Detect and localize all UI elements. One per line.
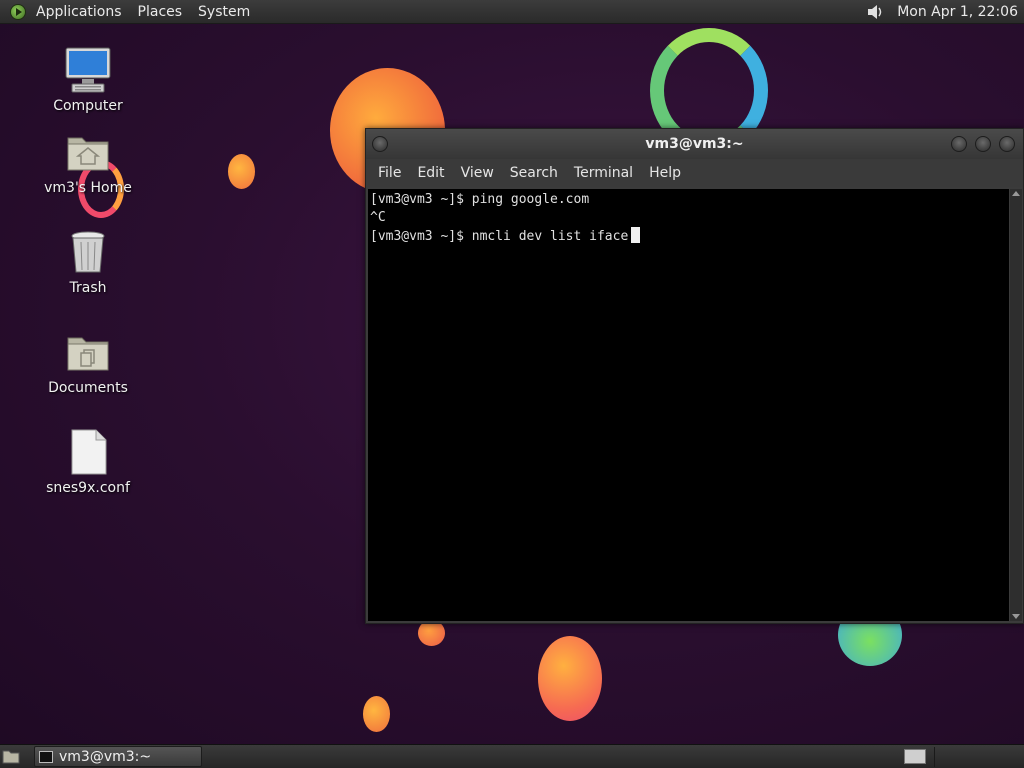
minimize-button[interactable] [951,136,967,152]
terminal-window[interactable]: vm3@vm3:~ File Edit View Search Terminal… [365,128,1024,624]
menu-places[interactable]: Places [130,0,191,24]
window-title: vm3@vm3:~ [645,136,744,152]
desktop-icon-computer[interactable]: Computer [38,46,138,114]
wallpaper-blob [363,696,390,732]
menu-view[interactable]: View [453,165,502,181]
terminal-scrollbar[interactable] [1010,189,1022,621]
desktop-icon-snes9x-conf[interactable]: snes9x.conf [38,428,138,496]
terminal-menubar: File Edit View Search Terminal Help [366,159,1023,187]
file-icon [64,428,112,476]
computer-icon [64,46,112,94]
desktop-icon-label: Trash [69,280,107,296]
workspace-switcher[interactable] [904,749,926,764]
window-menu-button[interactable] [372,136,388,152]
desktop-icon-label: snes9x.conf [46,480,130,496]
top-panel: Applications Places System Mon Apr 1, 22… [0,0,1024,24]
desktop-icon-label: Computer [53,98,123,114]
trash-icon [64,228,112,276]
wallpaper-blob [228,154,255,189]
documents-folder-icon [64,328,112,376]
show-desktop-icon[interactable] [2,748,20,764]
terminal-line: [vm3@vm3 ~]$ ping google.com [370,192,590,207]
desktop-icon-label: Documents [48,380,128,396]
desktop-icon-documents[interactable]: Documents [38,328,138,396]
speaker-icon[interactable] [865,2,885,22]
terminal-output[interactable]: [vm3@vm3 ~]$ ping google.com ^C [vm3@vm3… [368,189,1009,621]
bottom-panel: vm3@vm3:~ [0,744,1024,768]
menu-applications[interactable]: Applications [28,0,130,24]
menu-system[interactable]: System [190,0,258,24]
wallpaper-blob [538,636,602,721]
terminal-icon [39,750,53,763]
menu-edit[interactable]: Edit [409,165,452,181]
close-button[interactable] [999,136,1015,152]
menu-terminal[interactable]: Terminal [566,165,641,181]
panel-clock[interactable]: Mon Apr 1, 22:06 [897,4,1018,20]
scroll-down-arrow-icon[interactable] [1012,614,1020,619]
terminal-line: ^C [370,210,386,225]
terminal-line-current: [vm3@vm3 ~]$ nmcli dev list iface [370,227,1007,246]
text-cursor [631,227,641,243]
desktop-icon-home[interactable]: vm3's Home [38,128,138,196]
terminal-line-text: [vm3@vm3 ~]$ nmcli dev list iface [370,229,629,244]
taskbar-terminal-button[interactable]: vm3@vm3:~ [34,746,202,767]
menu-help[interactable]: Help [641,165,689,181]
window-titlebar[interactable]: vm3@vm3:~ [366,129,1023,159]
applications-logo-icon[interactable] [10,3,26,20]
menu-file[interactable]: File [370,165,409,181]
home-folder-icon [64,128,112,176]
desktop-icon-trash[interactable]: Trash [38,228,138,296]
scroll-up-arrow-icon[interactable] [1012,191,1020,196]
maximize-button[interactable] [975,136,991,152]
taskbar-button-label: vm3@vm3:~ [59,748,152,765]
menu-search[interactable]: Search [502,165,566,181]
desktop-icon-label: vm3's Home [44,180,132,196]
workspace-area[interactable] [934,747,1024,767]
